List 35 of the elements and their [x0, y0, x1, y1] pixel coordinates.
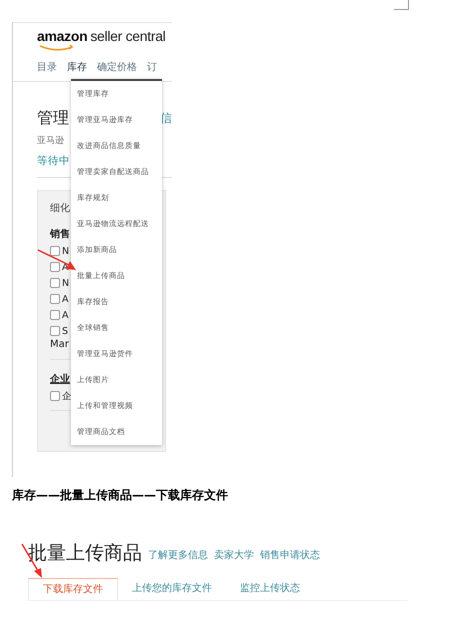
- option-label: 企: [62, 390, 72, 402]
- nav-tab[interactable]: 订: [147, 60, 157, 74]
- caption-text: 库存——批量上传商品——下载库存文件: [12, 487, 229, 503]
- group-heading: 销售: [50, 228, 70, 242]
- tab[interactable]: 上传您的库存文件: [118, 578, 226, 600]
- page-heading: 批量上传商品: [28, 541, 142, 565]
- checkbox[interactable]: [50, 391, 60, 401]
- option-label: Mar: [50, 339, 69, 352]
- smile-arc-icon: [39, 45, 75, 51]
- checkbox[interactable]: [50, 278, 60, 288]
- option-label: N: [62, 246, 70, 256]
- logo-text: seller central: [90, 28, 166, 44]
- checkbox[interactable]: [50, 294, 60, 304]
- option-label: A: [62, 294, 68, 304]
- status-link[interactable]: 等待中: [37, 153, 70, 169]
- tab[interactable]: 下载库存文件: [28, 578, 118, 600]
- option-label: A: [62, 310, 68, 320]
- option-label: S: [62, 326, 68, 336]
- checkbox[interactable]: [50, 326, 60, 336]
- checkbox[interactable]: [50, 262, 60, 272]
- page-heading: 管理: [37, 108, 69, 128]
- checkbox[interactable]: [50, 310, 60, 320]
- logo-text: amazon: [37, 28, 88, 44]
- option-label: N: [62, 278, 70, 288]
- header-link[interactable]: 卖家大学: [214, 547, 254, 565]
- nav-tab[interactable]: 目录: [37, 60, 57, 74]
- nav-tab[interactable]: 确定价格: [97, 60, 137, 74]
- annotation-arrow: [37, 249, 77, 271]
- group-heading: 企业: [50, 372, 70, 387]
- subtitle-text: 亚马逊: [37, 134, 64, 147]
- tab[interactable]: 监控上传状态: [226, 578, 314, 600]
- header-link[interactable]: 了解更多信息: [148, 547, 208, 565]
- panel-title: 细化: [50, 202, 70, 215]
- header-link[interactable]: 销售申请状态: [260, 547, 320, 565]
- checkbox[interactable]: [50, 246, 60, 256]
